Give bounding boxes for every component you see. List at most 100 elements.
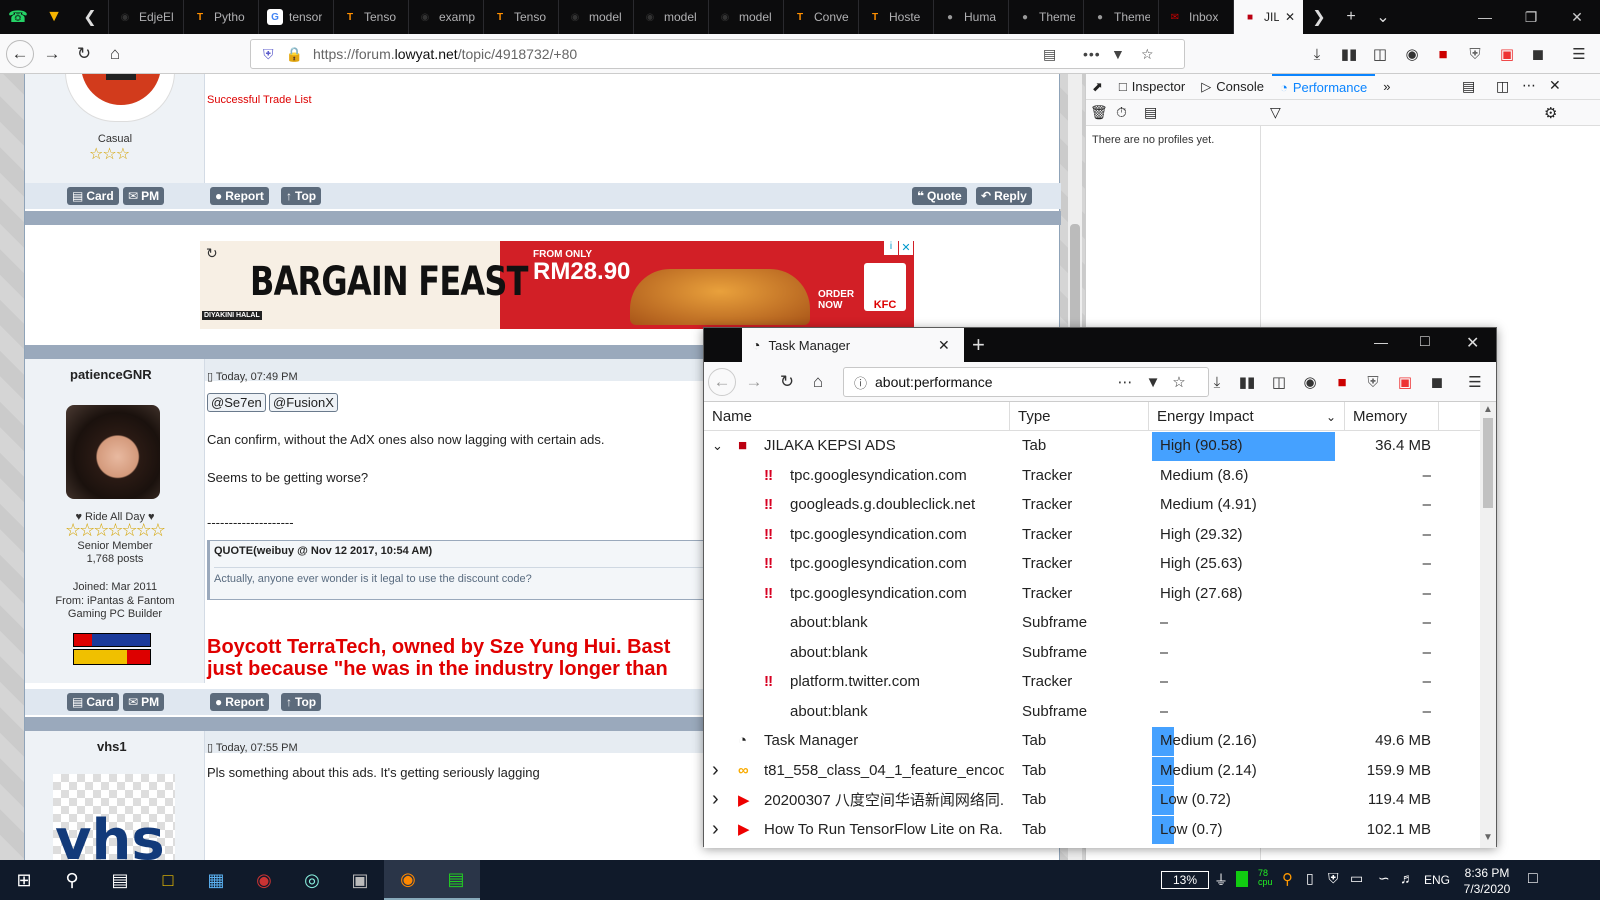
column-type[interactable]: Type	[1010, 402, 1149, 431]
tab-scroll-left-icon[interactable]: ❮	[72, 0, 108, 34]
search-icon[interactable]: ⚲	[48, 860, 96, 900]
home-button[interactable]: ⌂	[101, 40, 129, 68]
report-button[interactable]: ● Report	[210, 693, 269, 711]
firefox-icon[interactable]: ◉	[384, 860, 432, 900]
green-status-icon[interactable]	[1236, 871, 1248, 887]
browser-tab[interactable]: ◉ model	[708, 0, 783, 34]
extension-red-icon[interactable]: ■	[1432, 43, 1454, 65]
chevron-right-icon[interactable]: ›	[712, 785, 719, 815]
shield-icon[interactable]: ⛨	[263, 46, 274, 63]
browser-tab[interactable]: ☎	[0, 0, 36, 34]
library-icon[interactable]: ▮▮	[1338, 43, 1360, 65]
process-row[interactable]: ‼ tpc.googlesyndication.com Tracker Medium …	[704, 461, 1480, 491]
browser-tab[interactable]: T Tenso	[333, 0, 408, 34]
pm-button[interactable]: ✉ PM	[123, 187, 165, 205]
extension-red-icon[interactable]: ■	[1331, 371, 1353, 393]
minimize-icon[interactable]: —	[1374, 334, 1388, 350]
forward-button[interactable]: →	[740, 368, 768, 396]
maximize-icon[interactable]: □	[1420, 333, 1430, 351]
grammarly-icon[interactable]: ◼	[1527, 43, 1549, 65]
card-button[interactable]: ▤ Card	[67, 693, 119, 711]
quote-button[interactable]: ❝ Quote	[912, 187, 967, 205]
report-button[interactable]: ● Report	[210, 187, 269, 205]
browser-tab[interactable]: ● Theme	[1008, 0, 1083, 34]
devtools-menu-icon[interactable]: ⋯	[1522, 77, 1536, 94]
process-row[interactable]: ‼ tpc.googlesyndication.com Tracker High (2…	[704, 549, 1480, 579]
process-row[interactable]: ‼ tpc.googlesyndication.com Tracker High (2…	[704, 520, 1480, 550]
mention-fusionx[interactable]: @FusionX	[269, 393, 338, 412]
back-button[interactable]: ←	[6, 40, 34, 68]
browser-tab[interactable]: ◉ model	[558, 0, 633, 34]
trade-list-link[interactable]: Successful Trade List	[207, 94, 312, 106]
tab-performance[interactable]: ◔ Performance	[1271, 73, 1376, 100]
ad-close-icon[interactable]: ✕	[899, 241, 913, 255]
screenshot-icon[interactable]: ▣	[1496, 43, 1518, 65]
wifi-icon[interactable]: ∽	[1378, 870, 1390, 887]
downloads-icon[interactable]: ⤓	[1306, 43, 1328, 65]
clock[interactable]: 8:36 PM 7/3/2020	[1452, 865, 1522, 897]
minimize-icon[interactable]: —	[1462, 0, 1508, 34]
page-actions-icon[interactable]: ⋯	[1114, 371, 1136, 393]
column-energy[interactable]: Energy Impact ⌄	[1149, 402, 1345, 431]
more-tabs-icon[interactable]: »	[1375, 74, 1398, 100]
lock-icon[interactable]: 🔒	[286, 46, 303, 63]
close-window-icon[interactable]: ✕	[1554, 0, 1600, 34]
usb-icon[interactable]: ▯	[1306, 870, 1314, 887]
screenshot-icon[interactable]: ▣	[1394, 371, 1416, 393]
tab-list-icon[interactable]: ⌄	[1367, 0, 1399, 34]
process-row[interactable]: about:blank Subframe – –	[704, 638, 1480, 668]
import-icon[interactable]: ▤	[1144, 104, 1157, 121]
browser-tab[interactable]: ◉ examp	[408, 0, 483, 34]
battery-icon[interactable]: ▭	[1350, 870, 1363, 887]
column-name[interactable]: Name	[704, 402, 1010, 431]
pocket-icon[interactable]: ▼	[1142, 371, 1164, 393]
sidebar-icon[interactable]: ◫	[1369, 43, 1391, 65]
chevron-down-icon[interactable]: ⌄	[712, 431, 723, 461]
browser-tab[interactable]: T Pytho	[183, 0, 258, 34]
adchoices-icon[interactable]: i	[884, 241, 898, 255]
browser-tab[interactable]: ▼	[36, 0, 72, 34]
ublock-icon[interactable]: ⛨	[1362, 371, 1384, 393]
process-row[interactable]: ‼ tpc.googlesyndication.com Tracker High (2…	[704, 579, 1480, 609]
tab-console[interactable]: ▷ Console	[1193, 74, 1272, 100]
forward-button[interactable]: →	[38, 40, 66, 68]
ublock-icon[interactable]: ⛨	[1464, 43, 1486, 65]
chevron-right-icon[interactable]: ›	[712, 815, 719, 845]
process-row[interactable]: about:blank Subframe – –	[704, 697, 1480, 727]
browser-tab[interactable]: ✉ Inbox	[1158, 0, 1233, 34]
trash-icon[interactable]: 🗑	[1090, 104, 1108, 121]
new-tab-icon[interactable]: +	[1335, 0, 1367, 34]
reload-button[interactable]: ↻	[773, 368, 801, 396]
process-row[interactable]: › ▶ How To Run TensorFlow Lite on Ra... Tab…	[704, 815, 1480, 845]
dock-icon[interactable]: ▤	[1462, 78, 1475, 95]
downloads-icon[interactable]: ⤓	[1206, 371, 1228, 393]
close-tab-icon[interactable]: ✕	[1285, 10, 1295, 24]
process-row[interactable]: ‼ googleads.g.doubleclick.net Tracker Mediu…	[704, 490, 1480, 520]
ad-banner[interactable]: ↻ BARGAIN FEAST FROM ONLY RM28.90 ORDER …	[200, 241, 914, 329]
file-explorer-icon[interactable]: □	[144, 860, 192, 900]
browser-tab[interactable]: T Conve	[783, 0, 858, 34]
browser-tab[interactable]: ● Huma	[933, 0, 1008, 34]
filter-icon[interactable]: ▽	[1270, 104, 1281, 121]
top-button[interactable]: ↑ Top	[281, 693, 322, 711]
post3-username[interactable]: vhs1	[97, 739, 127, 754]
tm-scrollbar[interactable]: ▲ ▼	[1480, 402, 1496, 848]
restore-icon[interactable]: ❐	[1508, 0, 1554, 34]
url-bar[interactable]: ⛨ 🔒 https://forum. lowyat.net/topic/49187…	[250, 39, 1185, 69]
reply-button[interactable]: ↶ Reply	[976, 187, 1032, 205]
battery-indicator[interactable]: 13%	[1161, 871, 1209, 889]
settings-gear-icon[interactable]: ⚙	[1544, 104, 1557, 122]
task-manager-app-icon[interactable]: ▤	[432, 860, 480, 900]
card-button[interactable]: ▤ Card	[67, 187, 119, 205]
library-icon[interactable]: ▮▮	[1236, 371, 1258, 393]
pocket-icon[interactable]: ▼	[1111, 46, 1125, 62]
browser-tab[interactable]: ◉ model	[633, 0, 708, 34]
account-icon[interactable]: ◉	[1299, 371, 1321, 393]
account-icon[interactable]: ◉	[1401, 43, 1423, 65]
browser-tab[interactable]: T Hoste	[858, 0, 933, 34]
cpu-meter-icon[interactable]: 78 cpu	[1258, 869, 1273, 887]
shield-icon[interactable]: ⛨	[1328, 870, 1339, 887]
process-row[interactable]: about:blank Subframe – –	[704, 608, 1480, 638]
process-row[interactable]: ◔ Task Manager Tab Medium (2.16) 49.6 MB	[704, 726, 1480, 756]
tm-tab[interactable]: ◔ Task Manager ✕	[742, 328, 964, 362]
